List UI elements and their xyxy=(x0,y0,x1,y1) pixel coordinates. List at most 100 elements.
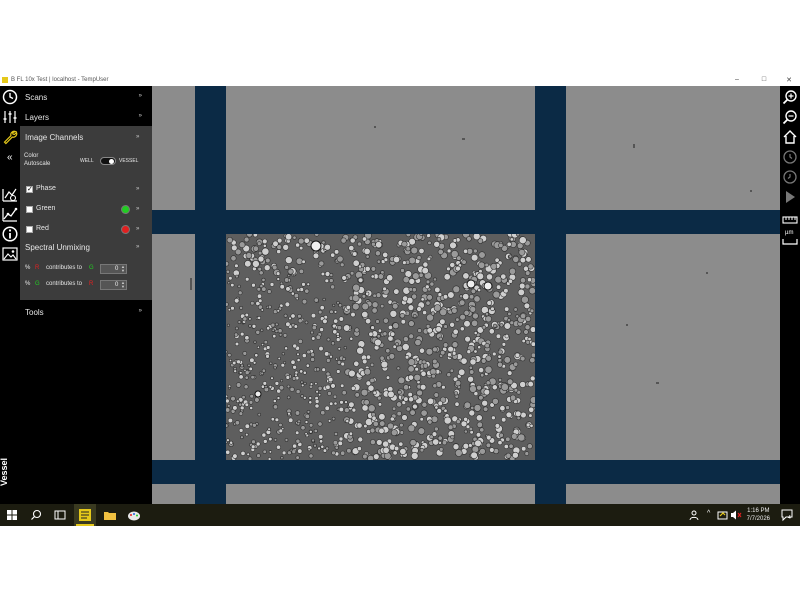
cell-bubble xyxy=(297,448,303,454)
red-checkbox[interactable] xyxy=(26,226,33,233)
stepper-icon[interactable]: ▲ ▼ xyxy=(121,265,125,273)
cell-bubble xyxy=(528,287,535,295)
history-forward-icon[interactable] xyxy=(782,149,798,165)
cell-bubble xyxy=(309,382,314,386)
cell-bubble xyxy=(292,443,297,449)
cell-bubble xyxy=(268,437,273,442)
chevron-up-icon[interactable]: » xyxy=(136,244,139,250)
volume-muted-icon[interactable] xyxy=(729,508,743,522)
cell-bubble xyxy=(338,316,344,322)
micron-scale-icon[interactable]: µm xyxy=(781,230,799,248)
chevron-down-icon[interactable]: » xyxy=(136,226,139,232)
cell-bubble xyxy=(278,385,285,391)
clock-icon[interactable] xyxy=(2,89,18,105)
cell-bubble xyxy=(369,427,376,434)
cell-bubble xyxy=(508,267,516,275)
cell-bubble xyxy=(469,294,475,300)
home-icon[interactable] xyxy=(782,129,798,145)
cell-bubble xyxy=(482,406,489,412)
zoom-in-icon[interactable] xyxy=(782,89,798,105)
cell-bubble xyxy=(476,384,482,391)
sidebar-item-tools[interactable]: Tools » xyxy=(24,305,148,319)
chevron-up-icon[interactable]: » xyxy=(136,134,139,140)
sidebar-item-layers[interactable]: Layers » xyxy=(24,110,148,124)
cell-bubble xyxy=(318,434,324,440)
chevron-down-icon[interactable]: » xyxy=(136,206,139,212)
sidebar-item-scans[interactable]: Scans » xyxy=(24,90,148,104)
cell-bubble xyxy=(238,411,244,416)
cell-bubble xyxy=(443,416,452,425)
cell-bubble xyxy=(515,328,522,335)
cell-bubble xyxy=(455,419,461,425)
system-clock[interactable]: 1:16 PM 7/7/2026 xyxy=(747,507,770,523)
cell-bubble xyxy=(256,241,262,246)
r-to-g-input[interactable]: 0 ▲ ▼ xyxy=(100,264,127,274)
cell-bubble xyxy=(437,248,444,255)
spectral-unmixing-title[interactable]: Spectral Unmixing xyxy=(25,243,90,252)
cell-bubble xyxy=(300,380,304,384)
cell-bubble xyxy=(473,295,481,303)
cell-bubble xyxy=(340,383,345,388)
search-icon[interactable] xyxy=(29,508,43,522)
cell-bubble xyxy=(407,374,414,381)
tray-app-icon[interactable] xyxy=(716,508,730,522)
cell-bubble xyxy=(490,263,498,270)
cell-bubble xyxy=(345,304,351,310)
cell-bubble xyxy=(400,319,406,325)
cell-bubble xyxy=(350,311,356,318)
cell-bubble xyxy=(251,444,256,449)
cell-bubble xyxy=(470,288,477,294)
windows-start-icon[interactable] xyxy=(5,508,19,522)
info-icon[interactable] xyxy=(2,226,18,242)
task-view-icon[interactable] xyxy=(53,508,67,522)
action-center-button[interactable]: 4 xyxy=(780,508,794,522)
cell-bubble xyxy=(455,449,463,457)
image-viewer[interactable] xyxy=(152,86,780,504)
green-color-swatch[interactable] xyxy=(121,205,130,214)
taskbar-app-active[interactable] xyxy=(74,504,96,526)
cell-bubble xyxy=(229,440,234,445)
ruler-icon[interactable] xyxy=(782,212,798,228)
file-explorer-icon[interactable] xyxy=(103,508,117,522)
zoom-out-icon[interactable] xyxy=(782,109,798,125)
sliders-icon[interactable] xyxy=(2,109,18,125)
g-to-r-input[interactable]: 0 ▲ ▼ xyxy=(100,280,127,290)
cell-bubble xyxy=(427,419,433,425)
cell-bubble xyxy=(503,288,509,294)
maximize-button[interactable]: □ xyxy=(759,76,769,83)
analysis-definition-icon[interactable] xyxy=(2,186,18,202)
minimize-button[interactable]: – xyxy=(732,76,742,83)
cell-bubble xyxy=(343,324,351,332)
image-icon[interactable] xyxy=(2,246,18,262)
cell-bubble xyxy=(455,380,462,387)
people-icon[interactable] xyxy=(688,508,702,522)
cell-bubble xyxy=(363,247,371,255)
collapse-panel-button[interactable]: « xyxy=(7,152,13,163)
cell-bubble xyxy=(358,264,362,269)
cell-bubble xyxy=(425,279,431,285)
wrench-icon[interactable] xyxy=(2,129,18,145)
stepper-icon[interactable]: ▲ ▼ xyxy=(121,281,125,289)
chevron-down-icon[interactable]: » xyxy=(136,186,139,192)
app-icon xyxy=(2,77,8,83)
red-color-swatch[interactable] xyxy=(121,225,130,234)
play-icon[interactable] xyxy=(782,189,798,205)
cell-bubble xyxy=(344,400,348,404)
cell-bubble xyxy=(244,335,250,341)
image-channels-title[interactable]: Image Channels xyxy=(25,133,83,142)
autoscale-toggle[interactable] xyxy=(100,157,116,165)
cell-bubble xyxy=(239,405,245,411)
tray-chevron-icon[interactable]: ^ xyxy=(707,510,710,517)
cell-bubble xyxy=(261,368,266,373)
phase-checkbox[interactable] xyxy=(26,185,33,193)
history-back-icon[interactable] xyxy=(782,169,798,185)
paint-icon[interactable] xyxy=(127,508,141,522)
cell-bubble xyxy=(289,386,295,392)
cell-bubble xyxy=(356,422,363,429)
cell-bubble xyxy=(230,282,235,288)
cell-bubble xyxy=(240,450,246,456)
close-button[interactable]: ✕ xyxy=(784,76,794,84)
green-checkbox[interactable] xyxy=(26,206,33,213)
cell-bubble xyxy=(258,270,264,276)
graph-icon[interactable] xyxy=(2,206,18,222)
